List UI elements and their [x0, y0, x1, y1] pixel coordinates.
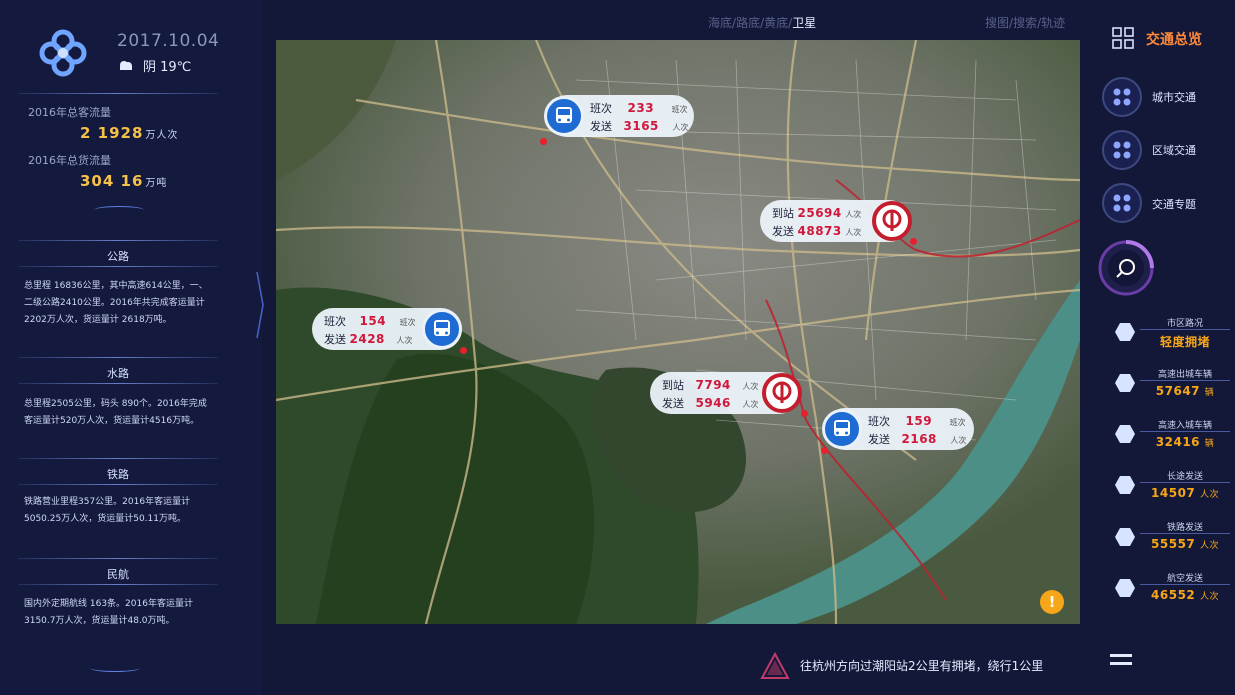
section-title: 铁路	[107, 468, 129, 481]
bus-icon	[422, 309, 462, 349]
tab-layer[interactable]: 路底	[736, 16, 760, 30]
tab-layer-active[interactable]: 卫星	[792, 16, 816, 30]
metric-value: 轻度拥堵	[1159, 335, 1210, 349]
hexagon-icon	[1115, 323, 1135, 341]
tool-link[interactable]: 搜图	[985, 16, 1009, 30]
rail-icon	[762, 373, 802, 413]
tool-link[interactable]: 轨迹	[1041, 16, 1065, 30]
search-target-icon[interactable]	[1098, 240, 1154, 296]
tab-layer[interactable]: 海底	[708, 16, 732, 30]
metric-value: 55557 人次	[1151, 537, 1219, 551]
section-title: 公路	[107, 250, 129, 263]
location-pin	[910, 238, 917, 245]
tab-layer[interactable]: 黄底	[764, 16, 788, 30]
menu-icon[interactable]	[1110, 653, 1132, 667]
metric-label: 航空发送	[1166, 574, 1203, 584]
nav-regional-traffic-icon[interactable]	[1102, 130, 1142, 170]
rail-station-callout[interactable]: 到站 7794 人次 发送 5946 人次	[650, 372, 802, 414]
nav-traffic-topics-icon[interactable]	[1102, 183, 1142, 223]
left-panel: 2017.10.04 阴 19℃ 2016年总客流量 2 1928 万人次 201…	[0, 0, 262, 695]
section-title: 民航	[107, 568, 129, 581]
hexagon-icon	[1115, 579, 1135, 597]
collapse-up-icon[interactable]	[94, 206, 144, 214]
location-pin	[801, 410, 808, 417]
alert-icon[interactable]	[760, 652, 790, 680]
metric-value: 14507 人次	[1151, 486, 1219, 500]
expand-arrow-icon[interactable]	[255, 270, 265, 340]
date-text: 2017.10.04	[117, 31, 220, 51]
hexagon-icon	[1115, 425, 1135, 443]
metric-label: 铁路发送	[1166, 523, 1203, 533]
cloud-icon	[120, 60, 132, 70]
right-panel: 交通总览 城市交通 区域交通 交通专题 市区路况 轻度拥堵 高速出城车辆 576…	[1090, 0, 1235, 695]
alert-message: 往杭州方向过潮阳站2公里有拥堵，绕行1公里	[800, 659, 1044, 673]
hexagon-icon	[1115, 476, 1135, 494]
metric-label: 高速出城车辆	[1157, 370, 1212, 380]
metric-label: 长途发送	[1166, 472, 1203, 482]
map-tools: 搜图/搜索/轨迹	[985, 16, 1066, 30]
metric-value: 46552 人次	[1151, 588, 1219, 602]
tool-link[interactable]: 搜索	[1013, 16, 1037, 30]
nav-regional-traffic[interactable]: 区域交通	[1152, 142, 1196, 158]
rail-icon	[872, 201, 912, 241]
metric-value: 57647 辆	[1155, 384, 1215, 398]
dashboard-grid-icon[interactable]	[1112, 27, 1134, 49]
location-pin	[821, 447, 828, 454]
metric-label: 市区路况	[1166, 319, 1203, 329]
hexagon-icon	[1115, 374, 1135, 392]
bus-icon	[544, 96, 584, 136]
logo-icon	[39, 29, 87, 77]
hexagon-icon	[1115, 528, 1135, 546]
divider	[18, 93, 218, 94]
metric-value: 32416 辆	[1155, 435, 1215, 449]
satellite-map[interactable]: 班次 233 班次 发送 3165 人次 到站 25694 人次 发送 4887…	[276, 40, 1080, 624]
warning-icon[interactable]: !	[1040, 590, 1064, 614]
section-title: 水路	[107, 367, 129, 380]
nav-city-traffic-icon[interactable]	[1102, 77, 1142, 117]
nav-traffic-topics[interactable]: 交通专题	[1152, 196, 1196, 212]
weather: 阴 19℃	[117, 56, 191, 75]
section-text: 国内外定期航线 163条。2016年客运量计3150.7万人次，货运量计48.0…	[24, 599, 193, 626]
rail-station-callout[interactable]: 到站 25694 人次 发送 48873 人次	[760, 200, 912, 242]
bus-station-callout[interactable]: 班次 233 班次 发送 3165 人次	[544, 95, 694, 137]
bus-icon	[822, 409, 862, 449]
collapse-down-icon[interactable]	[90, 664, 140, 672]
location-pin	[540, 138, 547, 145]
weather-text: 阴 19℃	[143, 60, 192, 75]
location-pin	[460, 347, 467, 354]
map-layer-tabs: 海底/路底/黄底/卫星	[708, 16, 817, 30]
bus-station-callout[interactable]: 班次 159 班次 发送 2168 人次	[822, 408, 974, 450]
bus-station-callout[interactable]: 班次 154 班次 发送 2428 人次	[312, 308, 462, 350]
section-text: 总里程2505公里，码头 890个。2016年完成客运量计520万人次，货运量计…	[24, 399, 207, 426]
nav-city-traffic[interactable]: 城市交通	[1152, 89, 1196, 105]
freight-value: 304 16 万吨	[80, 172, 168, 190]
section-text: 总里程 16836公里，其中高速614公里，一、二级公路2410公里。2016年…	[24, 281, 208, 325]
passenger-label: 2016年总客流量	[28, 106, 111, 119]
panel-title: 交通总览	[1146, 32, 1202, 48]
section-text: 铁路营业里程357公里。2016年客运量计5050.25万人次，货运量计50.1…	[24, 497, 191, 524]
metric-label: 高速入城车辆	[1157, 421, 1212, 431]
freight-label: 2016年总货流量	[28, 154, 111, 167]
passenger-value: 2 1928 万人次	[80, 124, 179, 142]
